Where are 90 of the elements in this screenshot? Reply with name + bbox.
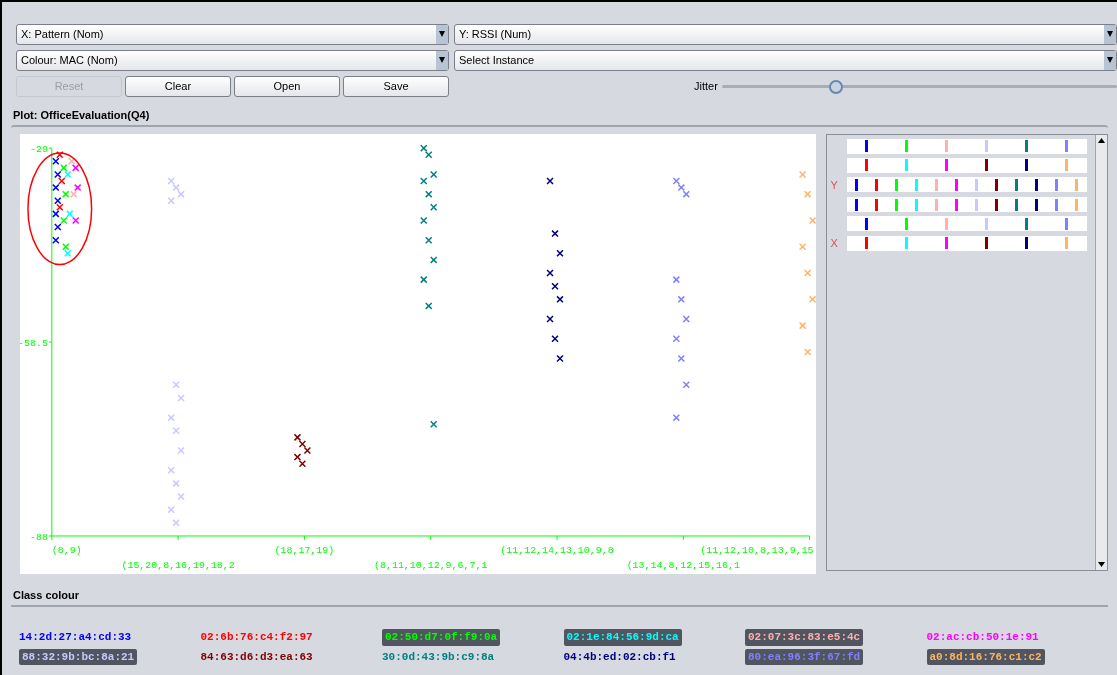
data-point <box>551 334 559 342</box>
x-tick-label: (11,12,10,8,13,9,15 <box>700 544 814 556</box>
data-point <box>167 466 175 474</box>
dropdown[interactable]: Y: RSSI (Num) <box>454 24 1117 45</box>
class-label: 80:ea:96:3f:67:fd <box>745 648 864 665</box>
data-point <box>167 413 175 421</box>
data-point <box>546 268 554 277</box>
attribute-strip[interactable] <box>846 197 1087 212</box>
data-point <box>682 314 690 323</box>
class-label: 02:50:d7:0f:f9:0a <box>382 629 501 646</box>
jitter-label: Jitter <box>694 79 718 95</box>
data-point <box>425 235 433 244</box>
attribute-strip[interactable] <box>846 157 1087 173</box>
data-point <box>556 249 564 257</box>
data-point <box>556 354 564 362</box>
class-label: 02:07:3c:83:e5:4c <box>745 629 864 646</box>
data-point <box>177 446 185 454</box>
jitter-slider[interactable] <box>721 79 1117 94</box>
data-point <box>803 189 812 198</box>
attribute-strip[interactable] <box>846 235 1087 251</box>
data-point <box>798 321 807 329</box>
axis-label: X <box>830 236 839 251</box>
scrollbar[interactable] <box>1095 134 1107 570</box>
x-tick-label: (8,11,10,12,9,6,7,1 <box>374 559 488 571</box>
axis-label: Y <box>830 177 839 193</box>
data-point <box>420 216 428 224</box>
class-label: 04:4b:ed:02:cb:f1 <box>563 649 676 665</box>
data-point <box>429 203 438 211</box>
data-point <box>808 295 816 303</box>
data-point <box>551 229 559 237</box>
data-point <box>167 505 175 513</box>
y-tick-label: -88 <box>29 531 48 543</box>
data-point <box>803 268 812 277</box>
y-tick-label: -29 <box>29 143 48 155</box>
x-tick-label: (13,14,8,12,15,16,1 <box>626 559 740 571</box>
plot-title: Plot: OfficeEvaluation(Q4) <box>12 108 151 123</box>
data-point <box>672 176 681 185</box>
data-point <box>420 275 428 283</box>
class-label: 02:6b:76:c4:f2:97 <box>200 630 313 645</box>
x-tick-label: (8,9) <box>51 544 82 556</box>
data-point <box>429 255 438 264</box>
data-point <box>52 235 60 244</box>
data-point <box>677 295 686 303</box>
x-tick-label: (15,20,8,16,19,18,2 <box>121 559 235 571</box>
class-label: 88:32:9b:bc:8a:21 <box>19 648 138 665</box>
toolbar-button[interactable]: Save <box>343 76 449 97</box>
data-point <box>677 354 686 362</box>
data-point <box>177 492 185 500</box>
dropdown[interactable]: Colour: MAC (Nom) <box>16 50 449 71</box>
dropdown[interactable]: Select Instance <box>454 50 1117 71</box>
data-point <box>808 216 816 224</box>
data-point <box>682 380 690 389</box>
class-label: 30:0d:43:9b:c9:8a <box>382 649 495 665</box>
y-tick-label: -58.5 <box>20 337 48 349</box>
data-point <box>69 189 78 198</box>
class-label: a0:8d:16:76:c1:c2 <box>926 648 1045 665</box>
attribute-strip[interactable] <box>846 177 1087 193</box>
data-point <box>167 196 175 204</box>
data-point <box>293 452 302 461</box>
data-point <box>172 380 180 389</box>
dropdown[interactable]: X: Pattern (Nom) <box>16 24 449 45</box>
data-point <box>172 479 180 487</box>
class-label: 14:2d:27:a4:cd:33 <box>19 630 132 645</box>
data-point <box>298 439 307 448</box>
data-point <box>546 176 554 185</box>
data-point <box>177 393 185 402</box>
class-label: 02:1e:84:56:9d:ca <box>563 629 682 646</box>
class-label: 02:ac:cb:50:1e:91 <box>926 630 1039 645</box>
data-point <box>551 281 559 290</box>
x-tick-label: (11,12,14,13,10,9,8 <box>500 544 614 556</box>
data-point <box>71 163 80 172</box>
data-point <box>556 295 564 303</box>
toolbar-button[interactable]: Open <box>234 76 340 97</box>
data-point <box>425 301 433 310</box>
data-point <box>425 189 433 198</box>
data-point <box>172 518 180 527</box>
data-point <box>546 314 554 323</box>
slider-thumb[interactable] <box>829 79 844 94</box>
data-point <box>798 170 807 178</box>
data-point <box>672 413 681 421</box>
data-point <box>803 347 812 356</box>
toolbar-button[interactable]: Clear <box>125 76 231 97</box>
class-colour-title: Class colour <box>12 587 81 603</box>
data-point <box>172 426 180 435</box>
data-point <box>672 275 681 283</box>
class-label: 84:63:d6:d3:ea:63 <box>200 649 313 665</box>
data-point <box>672 334 681 342</box>
data-point <box>429 420 438 428</box>
data-point <box>798 242 807 250</box>
x-tick-label: (18,17,19) <box>274 544 335 556</box>
